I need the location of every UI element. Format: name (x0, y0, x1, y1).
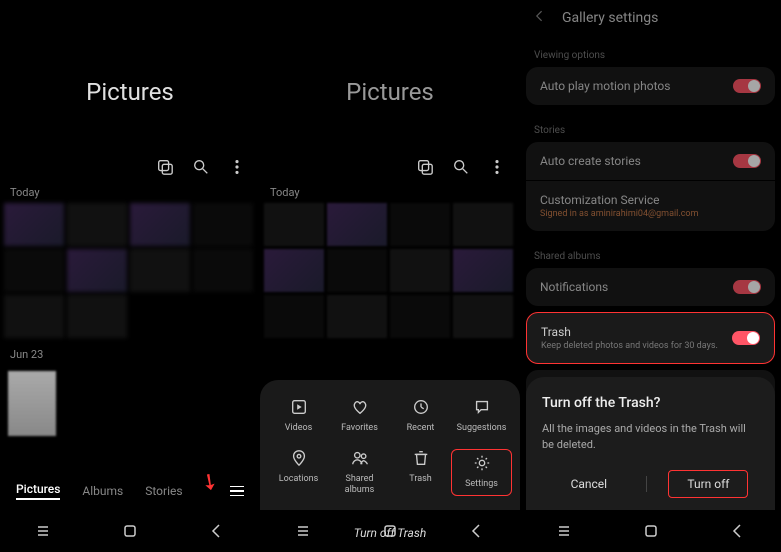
back-button[interactable] (207, 521, 227, 541)
date-section-jun: Jun 23 (0, 338, 260, 365)
photo-thumb[interactable] (67, 295, 127, 338)
tab-pictures[interactable]: Pictures (16, 482, 60, 500)
more-icon[interactable] (488, 158, 506, 176)
photo-thumb[interactable] (453, 203, 513, 246)
system-navbar (520, 510, 781, 552)
photo-thumb[interactable] (327, 249, 387, 292)
row-autoplay[interactable]: Auto play motion photos (526, 67, 775, 105)
photo-thumb[interactable] (8, 371, 56, 436)
row-autocreate[interactable]: Auto create stories (526, 142, 775, 180)
bottom-tabs: Pictures Albums Stories (0, 472, 260, 510)
trash-icon (412, 449, 430, 467)
menu-favorites[interactable]: Favorites (329, 398, 390, 434)
photo-thumb[interactable] (264, 295, 324, 338)
toolbar (0, 158, 260, 176)
photo-thumb[interactable] (4, 295, 64, 338)
copy-icon[interactable] (156, 158, 174, 176)
dialog-title: Turn off the Trash? (542, 395, 759, 411)
page-title: Pictures (260, 78, 520, 106)
back-icon[interactable] (532, 8, 548, 28)
page-title: Pictures (0, 78, 260, 106)
bottom-menu-sheet: Videos Favorites Recent Suggestions Loca… (260, 380, 520, 510)
turn-off-button[interactable]: Turn off (668, 470, 748, 498)
photo-thumb[interactable] (327, 295, 387, 338)
menu-icon[interactable] (230, 486, 244, 497)
dialog-body: All the images and videos in the Trash w… (542, 421, 759, 452)
section-shared: Shared albums (520, 237, 781, 268)
turn-off-trash-dialog: Turn off the Trash? All the images and v… (526, 377, 775, 510)
photo-thumb[interactable] (264, 203, 324, 246)
photo-thumb[interactable] (67, 203, 127, 246)
toolbar (260, 158, 520, 176)
photo-thumb[interactable] (4, 249, 64, 292)
toggle-autoplay[interactable] (733, 79, 761, 93)
row-customization[interactable]: Customization ServiceSigned in as aminir… (526, 181, 775, 231)
search-icon[interactable] (192, 158, 210, 176)
menu-trash[interactable]: Trash (390, 449, 451, 496)
separator (646, 476, 647, 492)
back-button[interactable] (728, 521, 748, 541)
toggle-trash[interactable] (732, 331, 760, 345)
photo-thumb[interactable] (264, 249, 324, 292)
caption: Turn off Trash (260, 526, 520, 540)
menu-locations[interactable]: Locations (268, 449, 329, 496)
home-button[interactable] (641, 521, 661, 541)
menu-videos[interactable]: Videos (268, 398, 329, 434)
date-section-today: Today (260, 176, 520, 203)
row-notifications[interactable]: Notifications (526, 268, 775, 306)
photo-thumb[interactable] (453, 249, 513, 292)
section-viewing: Viewing options (520, 36, 781, 67)
photo-thumb[interactable] (67, 249, 127, 292)
settings-title: Gallery settings (562, 10, 658, 26)
recents-button[interactable] (554, 521, 574, 541)
photo-thumb[interactable] (130, 203, 190, 246)
home-button[interactable] (120, 521, 140, 541)
gallery-screen-2: Pictures Today Videos Favorites Recent S… (260, 0, 520, 510)
photo-thumb[interactable] (193, 249, 253, 292)
recents-button[interactable] (33, 521, 53, 541)
menu-suggestions[interactable]: Suggestions (451, 398, 512, 434)
photo-thumb[interactable] (453, 295, 513, 338)
menu-recent[interactable]: Recent (390, 398, 451, 434)
settings-header: Gallery settings (520, 0, 781, 36)
gear-icon (473, 454, 491, 472)
photo-thumb[interactable] (390, 249, 450, 292)
search-icon[interactable] (452, 158, 470, 176)
thumbnail-grid (260, 203, 520, 338)
photo-thumb[interactable] (4, 203, 64, 246)
photo-thumb[interactable] (390, 203, 450, 246)
system-navbar (0, 510, 260, 552)
more-icon[interactable] (228, 158, 246, 176)
photo-thumb[interactable] (130, 249, 190, 292)
tab-albums[interactable]: Albums (82, 484, 123, 498)
tab-stories[interactable]: Stories (145, 484, 182, 498)
clock-icon (412, 398, 430, 416)
chat-icon (473, 398, 491, 416)
copy-icon[interactable] (416, 158, 434, 176)
photo-thumb[interactable] (390, 295, 450, 338)
menu-settings[interactable]: Settings (451, 449, 512, 496)
toggle-notifications[interactable] (733, 280, 761, 294)
play-icon (290, 398, 308, 416)
settings-screen: Gallery settings Viewing options Auto pl… (520, 0, 781, 510)
heart-icon (351, 398, 369, 416)
gallery-screen-1: Pictures Today Jun 23 Pictures Albums St… (0, 0, 260, 510)
toggle-autocreate[interactable] (733, 154, 761, 168)
location-icon (290, 449, 308, 467)
photo-thumb[interactable] (327, 203, 387, 246)
date-section-today: Today (0, 176, 260, 203)
photo-thumb[interactable] (193, 203, 253, 246)
section-stories: Stories (520, 111, 781, 142)
thumbnail-grid (0, 203, 260, 338)
menu-shared-albums[interactable]: Shared albums (329, 449, 390, 496)
cancel-button[interactable]: Cancel (553, 471, 626, 497)
people-icon (351, 449, 369, 467)
row-trash[interactable]: TrashKeep deleted photos and videos for … (526, 312, 775, 364)
